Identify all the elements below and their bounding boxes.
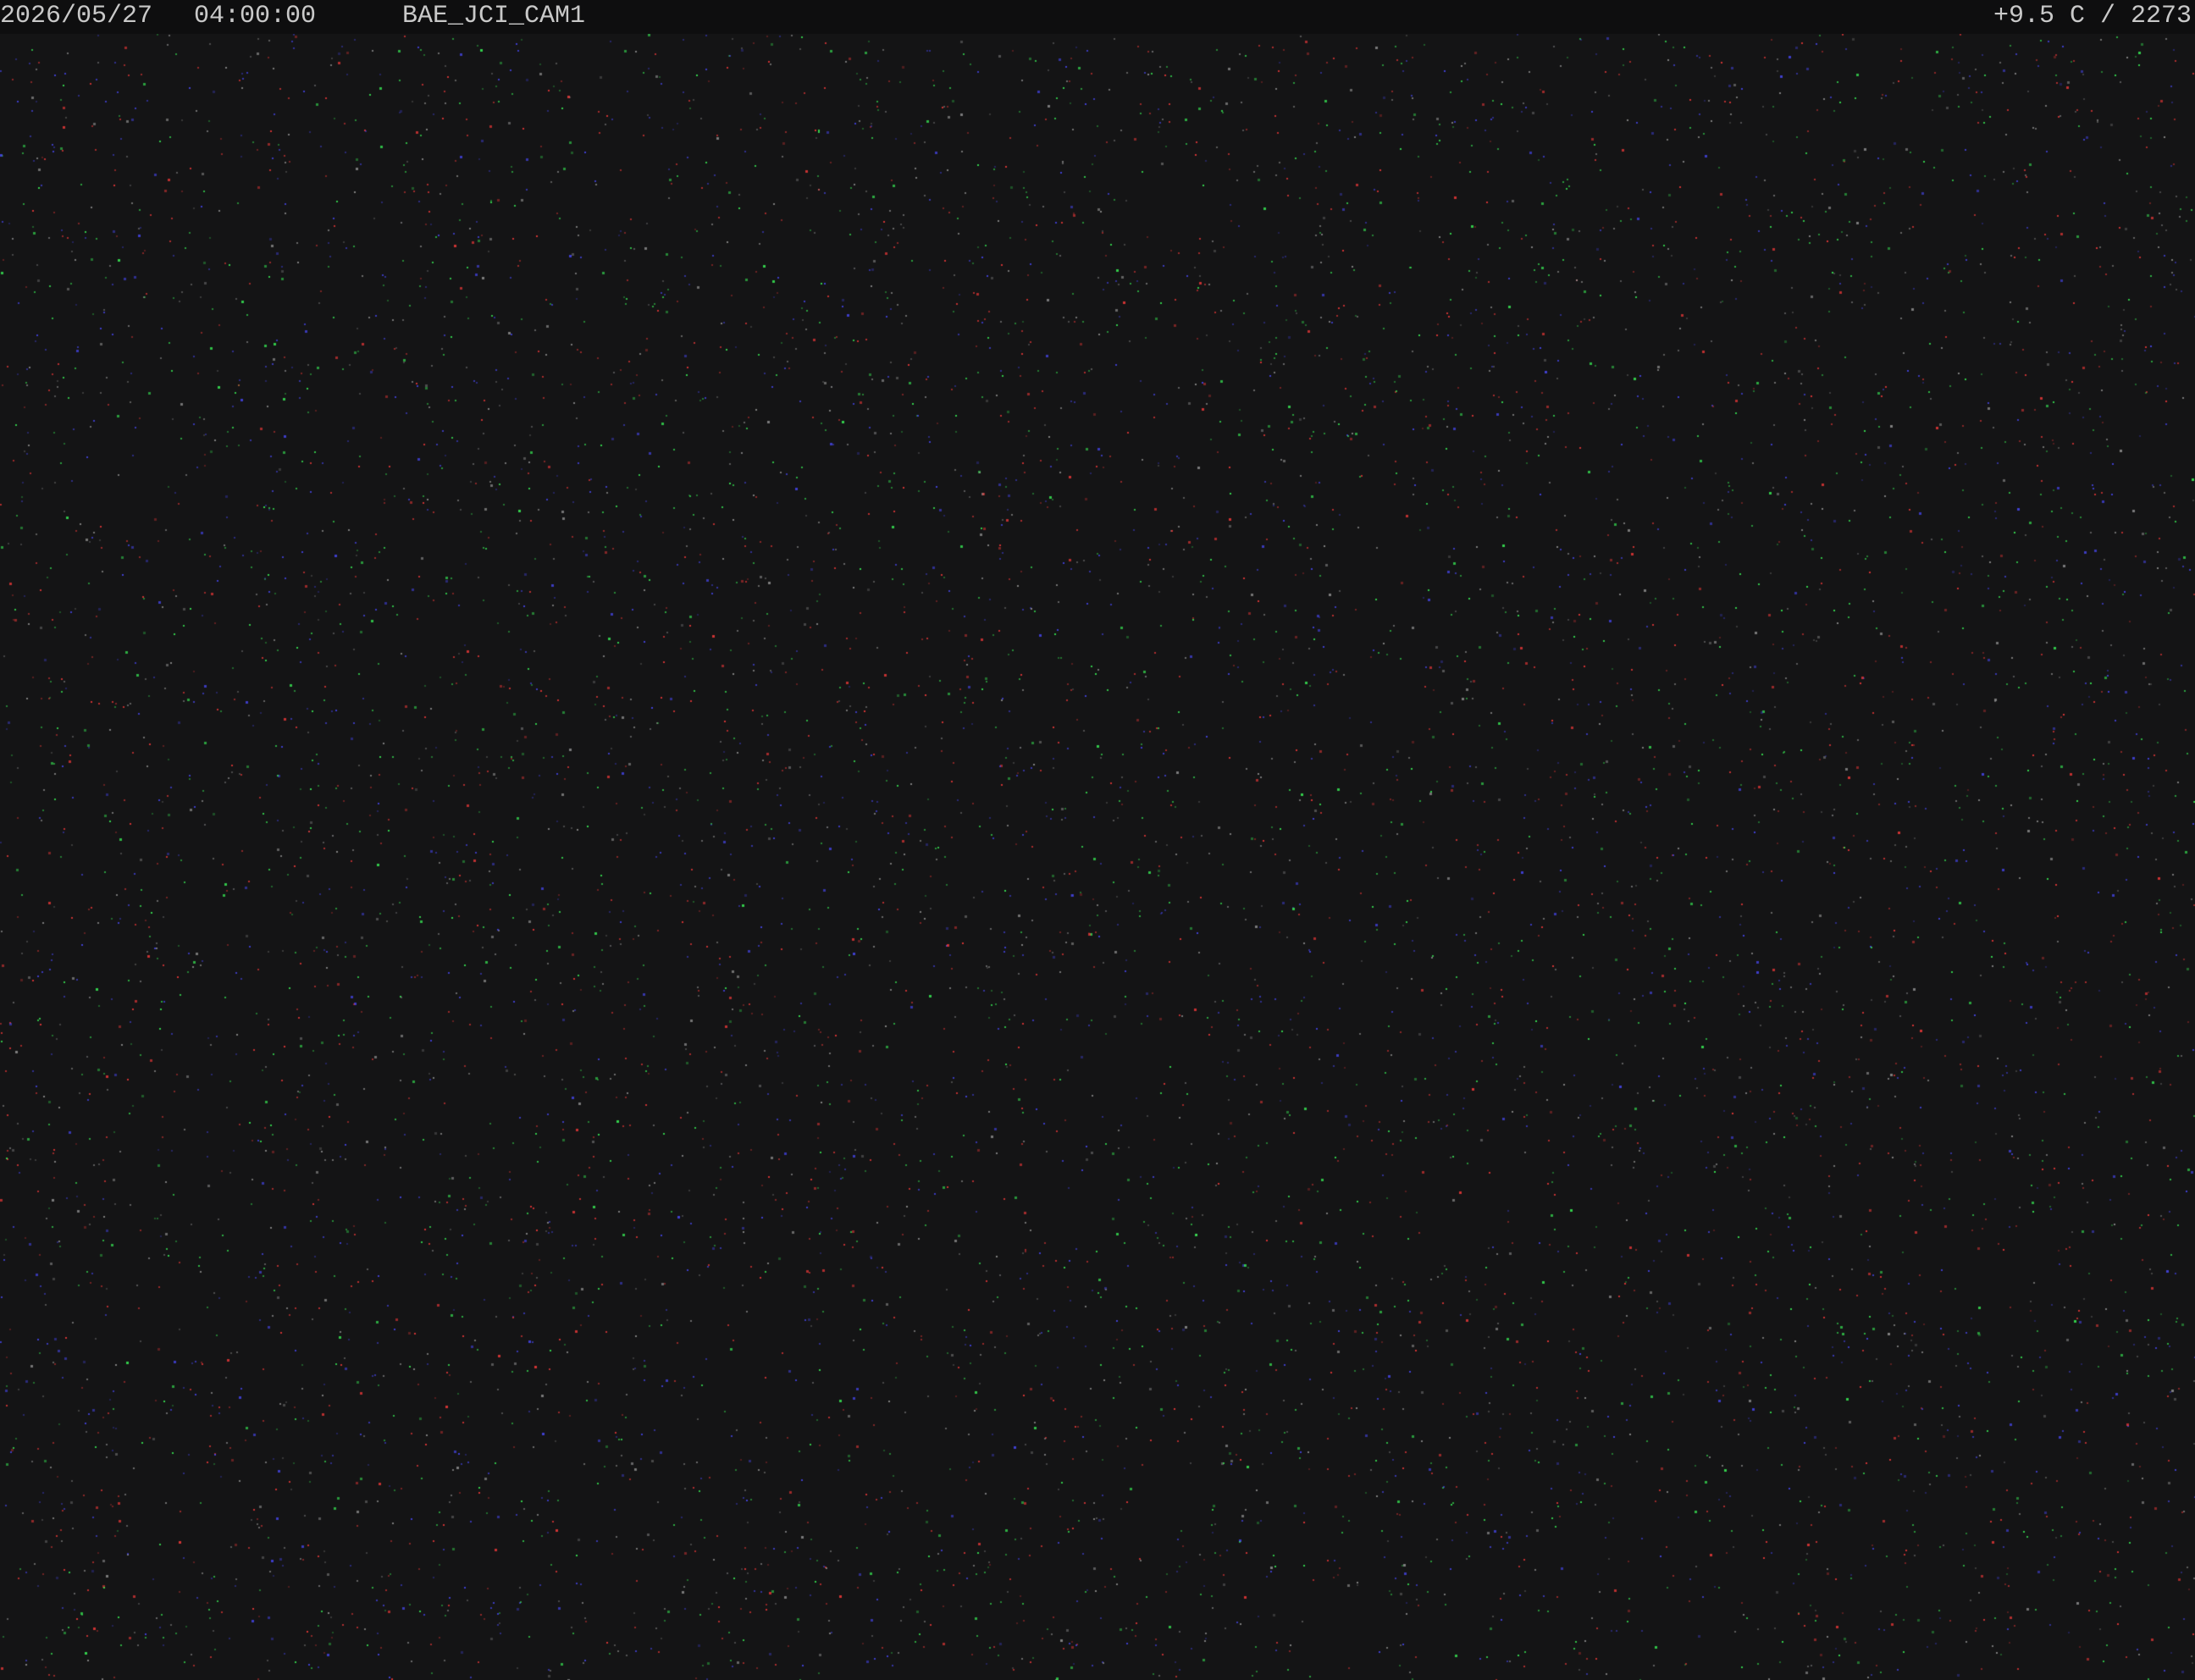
sensor-noise-image [0, 34, 2195, 1680]
overlay-time: 04:00:00 [194, 2, 317, 30]
camera-frame: 2026/05/27 04:00:00 BAE_JCI_CAM1 +9.5 C … [0, 0, 2195, 1680]
camera-overlay-bar: 2026/05/27 04:00:00 BAE_JCI_CAM1 +9.5 C … [0, 0, 2195, 34]
overlay-date: 2026/05/27 [0, 2, 153, 30]
overlay-temperature-counter: +9.5 C / 2273 [1993, 2, 2192, 30]
overlay-camera-id: BAE_JCI_CAM1 [402, 2, 586, 30]
